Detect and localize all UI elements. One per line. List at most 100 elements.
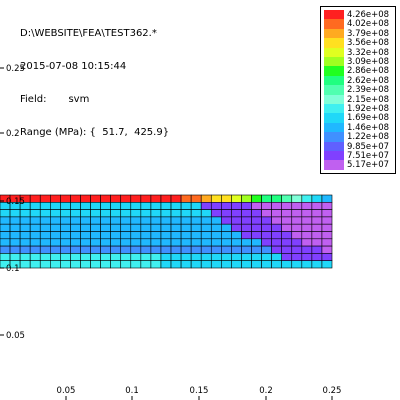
mesh-element xyxy=(231,194,242,203)
mesh-element xyxy=(120,223,132,232)
mesh-element xyxy=(221,223,232,232)
mesh-element xyxy=(110,245,122,254)
mesh-element xyxy=(231,209,242,218)
mesh-element xyxy=(60,216,71,225)
mesh-element xyxy=(200,202,212,210)
mesh-element xyxy=(140,216,152,225)
y-tick-label: 0.15 xyxy=(6,197,25,207)
mesh-element xyxy=(190,194,202,203)
mesh-element xyxy=(80,260,91,269)
mesh-element xyxy=(311,245,323,254)
mesh-element xyxy=(180,202,192,210)
mesh-element xyxy=(291,223,303,232)
mesh-element xyxy=(140,253,152,261)
mesh-element xyxy=(210,209,222,218)
mesh-element xyxy=(29,231,41,240)
mesh-element xyxy=(29,245,41,254)
mesh-element xyxy=(241,231,252,240)
mesh-element xyxy=(160,238,172,247)
mesh-element xyxy=(19,245,31,254)
mesh-element xyxy=(301,223,313,232)
mesh-element xyxy=(200,209,212,218)
mesh-element xyxy=(311,223,323,232)
mesh-element xyxy=(50,260,61,269)
mesh-element xyxy=(190,216,202,225)
mesh-element xyxy=(90,253,101,261)
mesh-element xyxy=(0,245,11,254)
mesh-element xyxy=(180,260,192,269)
mesh-element xyxy=(140,231,152,240)
mesh-element xyxy=(160,194,172,203)
mesh-element xyxy=(100,223,111,232)
mesh-element xyxy=(160,253,172,261)
mesh-element xyxy=(301,231,313,240)
mesh-element xyxy=(251,245,262,254)
mesh-element xyxy=(70,231,81,240)
x-tick-label: 0.1 xyxy=(125,386,139,396)
x-tick-label: 0.2 xyxy=(259,386,273,396)
fea-plot: 0.25 0.2 0.15 0.1 0.05 0.05 0.1 0.15 0.2 0.25 xyxy=(0,64,341,400)
mesh-element xyxy=(50,202,61,210)
mesh-element xyxy=(231,216,242,225)
mesh-element xyxy=(80,223,91,232)
mesh-element xyxy=(70,223,81,232)
mesh-element xyxy=(321,223,333,232)
mesh-element xyxy=(110,216,122,225)
mesh-element xyxy=(140,209,152,218)
mesh-element xyxy=(150,231,162,240)
mesh-element xyxy=(120,209,132,218)
mesh-element xyxy=(271,216,282,225)
mesh-element xyxy=(160,231,172,240)
mesh-element xyxy=(19,216,31,225)
mesh-element xyxy=(251,253,262,261)
mesh-element xyxy=(311,253,323,261)
mesh-element xyxy=(100,253,111,261)
mesh-element xyxy=(190,209,202,218)
mesh-element xyxy=(231,238,242,247)
mesh-element xyxy=(150,253,162,261)
mesh-element xyxy=(170,223,182,232)
mesh-element xyxy=(0,238,11,247)
mesh-element xyxy=(261,216,272,225)
mesh-element xyxy=(50,223,61,232)
mesh-element xyxy=(39,238,51,247)
mesh-element xyxy=(70,238,81,247)
mesh-element xyxy=(110,194,122,203)
mesh-element xyxy=(281,223,293,232)
mesh-element xyxy=(180,194,192,203)
mesh-element xyxy=(231,260,242,269)
mesh-element xyxy=(0,209,11,218)
mesh-element xyxy=(210,253,222,261)
mesh-element xyxy=(221,194,232,203)
mesh-element xyxy=(60,209,71,218)
mesh-element xyxy=(150,260,162,269)
mesh-element xyxy=(261,245,272,254)
mesh-element xyxy=(241,253,252,261)
y-tick-label: 0.05 xyxy=(6,331,25,341)
mesh-element xyxy=(120,253,132,261)
mesh-element xyxy=(291,209,303,218)
mesh-element xyxy=(29,209,41,218)
mesh-element xyxy=(150,245,162,254)
mesh-element xyxy=(39,194,51,203)
mesh-element xyxy=(261,194,272,203)
mesh-element xyxy=(251,260,262,269)
mesh-element xyxy=(140,202,152,210)
mesh-element xyxy=(241,238,252,247)
mesh-element xyxy=(281,260,293,269)
mesh-element xyxy=(170,260,182,269)
mesh-element xyxy=(321,231,333,240)
mesh-element xyxy=(261,238,272,247)
mesh-element xyxy=(210,202,222,210)
mesh-element xyxy=(39,223,51,232)
mesh-element xyxy=(140,260,152,269)
mesh-element xyxy=(261,253,272,261)
mesh-element xyxy=(301,245,313,254)
mesh-element xyxy=(80,231,91,240)
mesh-element xyxy=(321,253,333,261)
mesh-element xyxy=(80,253,91,261)
mesh-element xyxy=(241,223,252,232)
mesh-element xyxy=(100,238,111,247)
mesh-element xyxy=(190,202,202,210)
mesh-element xyxy=(130,253,142,261)
